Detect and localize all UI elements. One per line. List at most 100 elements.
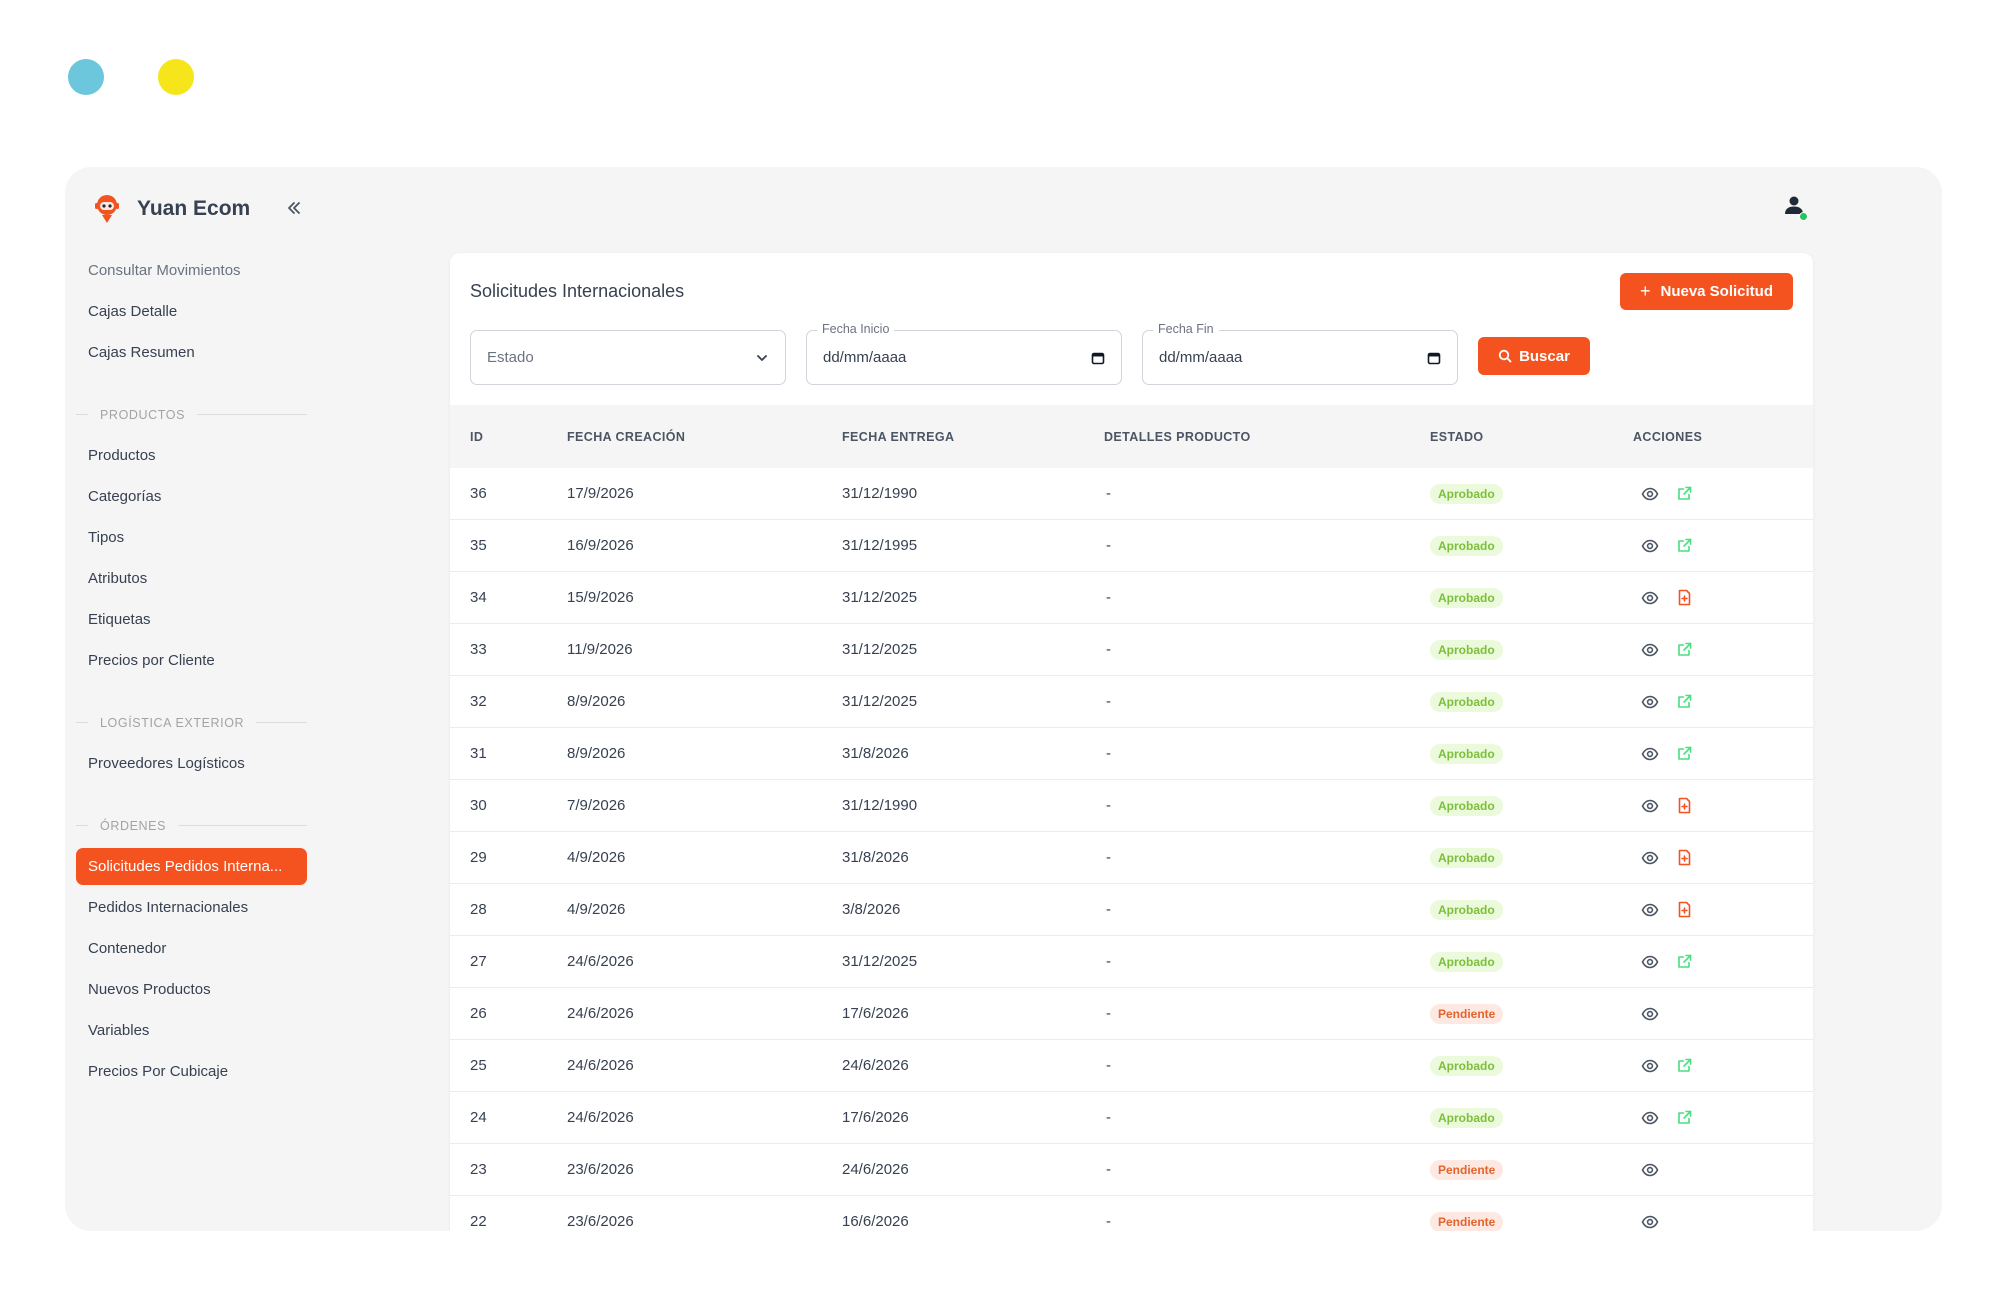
cell-fecha-creacion: 15/9/2026 [567, 589, 634, 606]
sidebar-item-contenedor[interactable]: Contenedor [76, 928, 307, 969]
sidebar-item-variables[interactable]: Variables [76, 1010, 307, 1051]
cell-id: 25 [470, 1057, 487, 1074]
eye-icon[interactable] [1639, 899, 1661, 921]
file-add-icon[interactable] [1673, 847, 1695, 869]
cell-estado: Aprobado [1430, 832, 1503, 883]
cell-acciones [1633, 676, 1707, 727]
cell-estado: Aprobado [1430, 468, 1503, 519]
sidebar-item-productos[interactable]: Productos [76, 435, 307, 476]
cell-id: 34 [470, 589, 487, 606]
fecha-inicio-input[interactable]: Fecha Inicio dd/mm/aaaa [806, 322, 1122, 385]
external-link-icon[interactable] [1673, 951, 1695, 973]
cell-detalles: - [1106, 901, 1111, 918]
sidebar-item-pedidos-internacionales[interactable]: Pedidos Internacionales [76, 887, 307, 928]
cell-id: 26 [470, 1005, 487, 1022]
sidebar-item-proveedores-logisticos[interactable]: Proveedores Logísticos [76, 743, 307, 784]
external-link-icon[interactable] [1673, 1055, 1695, 1077]
table-row: 28 4/9/2026 3/8/2026 - Aprobado [450, 884, 1813, 936]
sidebar-item-precios-cubicaje[interactable]: Precios Por Cubicaje [76, 1051, 307, 1092]
sidebar-item-solicitudes-pedidos[interactable]: Solicitudes Pedidos Interna... [76, 848, 307, 885]
calendar-icon[interactable] [1091, 351, 1105, 365]
cell-fecha-creacion: 4/9/2026 [567, 901, 626, 918]
fecha-fin-value: dd/mm/aaaa [1159, 349, 1243, 366]
status-badge: Aprobado [1430, 899, 1503, 920]
file-add-icon[interactable] [1673, 899, 1695, 921]
cell-detalles: - [1106, 1109, 1111, 1126]
cell-fecha-entrega: 24/6/2026 [842, 1161, 909, 1178]
cell-id: 30 [470, 797, 487, 814]
table-row: 35 16/9/2026 31/12/1995 - Aprobado [450, 520, 1813, 572]
sidebar-section-logistica: LOGÍSTICA EXTERIOR [76, 702, 307, 743]
eye-icon[interactable] [1639, 1107, 1661, 1129]
eye-icon[interactable] [1639, 1003, 1661, 1025]
sidebar-item-atributos[interactable]: Atributos [76, 558, 307, 599]
eye-icon[interactable] [1639, 743, 1661, 765]
sidebar-item-precios-cliente[interactable]: Precios por Cliente [76, 640, 307, 681]
sidebar-item-nuevos-productos[interactable]: Nuevos Productos [76, 969, 307, 1010]
external-link-icon[interactable] [1673, 691, 1695, 713]
cell-detalles: - [1106, 1161, 1111, 1178]
table-row: 23 23/6/2026 24/6/2026 - Pendiente [450, 1144, 1813, 1196]
cell-id: 28 [470, 901, 487, 918]
eye-icon[interactable] [1639, 691, 1661, 713]
cell-fecha-creacion: 4/9/2026 [567, 849, 626, 866]
eye-icon[interactable] [1639, 1055, 1661, 1077]
external-link-icon[interactable] [1673, 743, 1695, 765]
external-link-icon[interactable] [1673, 1107, 1695, 1129]
external-link-icon[interactable] [1673, 535, 1695, 557]
sidebar-item-categorias[interactable]: Categorías [76, 476, 307, 517]
header-fecha-creacion[interactable]: FECHA CREACIÓN [567, 405, 685, 468]
eye-icon[interactable] [1639, 951, 1661, 973]
eye-icon[interactable] [1639, 587, 1661, 609]
header-id[interactable]: ID [470, 405, 483, 468]
brand-name: Yuan Ecom [137, 197, 251, 220]
sidebar-item-tipos[interactable]: Tipos [76, 517, 307, 558]
estado-select[interactable]: Estado [470, 330, 786, 385]
header-acciones: ACCIONES [1633, 429, 1703, 444]
header-fecha-entrega[interactable]: FECHA ENTREGA [842, 405, 954, 468]
cell-fecha-creacion: 24/6/2026 [567, 1057, 634, 1074]
cell-id: 36 [470, 485, 487, 502]
eye-icon[interactable] [1639, 1211, 1661, 1232]
calendar-icon[interactable] [1427, 351, 1441, 365]
file-add-icon[interactable] [1673, 587, 1695, 609]
user-avatar-button[interactable] [1774, 185, 1814, 225]
status-badge: Aprobado [1430, 483, 1503, 504]
double-chevron-left-icon [288, 202, 300, 214]
cell-id: 22 [470, 1213, 487, 1230]
eye-icon[interactable] [1639, 535, 1661, 557]
sidebar-item-cajas-resumen[interactable]: Cajas Resumen [76, 332, 307, 373]
cell-id: 32 [470, 693, 487, 710]
eye-icon[interactable] [1639, 639, 1661, 661]
cell-id: 29 [470, 849, 487, 866]
cell-fecha-creacion: 8/9/2026 [567, 693, 626, 710]
new-request-button[interactable]: + Nueva Solicitud [1620, 273, 1793, 310]
cell-detalles: - [1106, 953, 1111, 970]
collapse-sidebar-button[interactable] [279, 193, 309, 223]
new-request-label: Nueva Solicitud [1660, 283, 1774, 300]
status-badge: Pendiente [1430, 1159, 1504, 1180]
search-button[interactable]: Buscar [1478, 337, 1590, 375]
external-link-icon[interactable] [1673, 483, 1695, 505]
cell-estado: Aprobado [1430, 624, 1503, 675]
sidebar-item-cajas-detalle[interactable]: Cajas Detalle [76, 291, 307, 332]
cell-estado: Pendiente [1430, 1196, 1504, 1231]
search-label: Buscar [1519, 347, 1570, 365]
status-badge: Pendiente [1430, 1003, 1504, 1024]
sidebar-item-etiquetas[interactable]: Etiquetas [76, 599, 307, 640]
header-estado[interactable]: ESTADO [1430, 405, 1484, 468]
cell-fecha-creacion: 24/6/2026 [567, 1005, 634, 1022]
cell-fecha-creacion: 8/9/2026 [567, 745, 626, 762]
table-row: 27 24/6/2026 31/12/2025 - Aprobado [450, 936, 1813, 988]
eye-icon[interactable] [1639, 1159, 1661, 1181]
file-add-icon[interactable] [1673, 795, 1695, 817]
fecha-fin-input[interactable]: Fecha Fin dd/mm/aaaa [1142, 322, 1458, 385]
eye-icon[interactable] [1639, 795, 1661, 817]
sidebar-item-consultar-movimientos[interactable]: Consultar Movimientos [76, 250, 307, 291]
header-detalles[interactable]: DETALLES PRODUCTO [1104, 405, 1251, 468]
eye-icon[interactable] [1639, 847, 1661, 869]
status-badge: Aprobado [1430, 847, 1503, 868]
eye-icon[interactable] [1639, 483, 1661, 505]
cell-estado: Aprobado [1430, 728, 1503, 779]
external-link-icon[interactable] [1673, 639, 1695, 661]
